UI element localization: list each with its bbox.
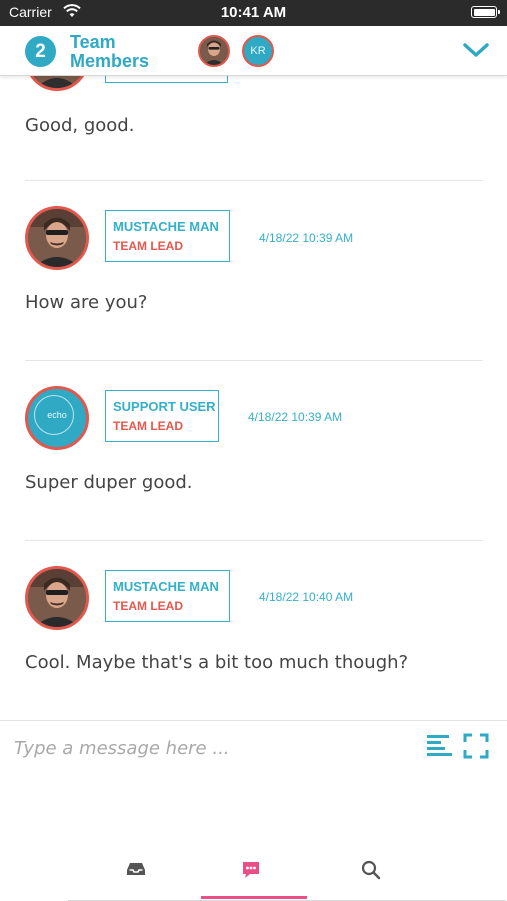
message-timestamp: 4/18/22 10:39 AM (248, 410, 343, 424)
active-tab-indicator (201, 896, 307, 899)
message-timestamp: 4/18/22 10:40 AM (259, 590, 354, 604)
chat-icon (243, 862, 259, 878)
author-box: SUPPORT USER TEAM LEAD (105, 390, 219, 442)
avatar[interactable] (25, 206, 89, 270)
author-box (105, 75, 228, 83)
author-name: MUSTACHE MAN (113, 219, 219, 234)
echo-logo-label: echo (47, 410, 67, 420)
header-title-line2: Members (70, 51, 150, 71)
avatar[interactable] (25, 566, 89, 630)
author-role: TEAM LEAD (113, 599, 183, 613)
author-name: MUSTACHE MAN (113, 579, 219, 594)
message-input[interactable] (12, 729, 406, 767)
divider (25, 360, 483, 361)
person-photo-icon (28, 569, 86, 627)
author-box: MUSTACHE MAN TEAM LEAD (105, 570, 230, 622)
search-icon (361, 860, 381, 880)
avatar[interactable]: echo (25, 386, 89, 450)
person-photo-icon (200, 37, 228, 65)
message-timestamp: 4/18/22 10:39 AM (259, 231, 354, 245)
member-avatar-initials[interactable]: KR (242, 35, 274, 67)
battery-icon (471, 6, 500, 18)
message-text: Good, good. (25, 115, 135, 136)
team-members-header[interactable]: 2 Team Members KR (0, 26, 507, 76)
status-bar: Carrier 10:41 AM (0, 0, 507, 26)
message-list[interactable]: Good, good. MUSTACHE MAN TEAM LEAD 4/18/… (0, 75, 507, 720)
tab-search[interactable] (321, 848, 421, 898)
author-role: TEAM LEAD (113, 419, 183, 433)
chevron-down-icon[interactable] (462, 41, 490, 59)
avatar (25, 75, 89, 91)
align-left-icon[interactable] (426, 733, 452, 759)
tab-chat[interactable] (201, 848, 301, 898)
header-title: Team Members (70, 33, 180, 71)
member-count-badge: 2 (25, 36, 56, 67)
author-role: TEAM LEAD (113, 239, 183, 253)
tab-inbox[interactable] (86, 848, 186, 898)
tab-bar (68, 848, 506, 901)
clock: 10:41 AM (220, 4, 287, 21)
divider (25, 180, 483, 181)
message-text: Super duper good. (25, 472, 193, 493)
member-avatar-photo[interactable] (198, 35, 230, 67)
message-text: Cool. Maybe that's a bit too much though… (25, 652, 409, 673)
expand-icon[interactable] (463, 733, 489, 759)
author-name: SUPPORT USER (113, 399, 216, 414)
divider (25, 540, 483, 541)
message-text: How are you? (25, 292, 148, 313)
message-composer (0, 720, 507, 773)
author-box: MUSTACHE MAN TEAM LEAD (105, 210, 230, 262)
header-title-line1: Team (70, 32, 116, 52)
inbox-icon (127, 863, 145, 875)
person-photo-icon (28, 209, 86, 267)
person-photo-icon (28, 75, 86, 88)
